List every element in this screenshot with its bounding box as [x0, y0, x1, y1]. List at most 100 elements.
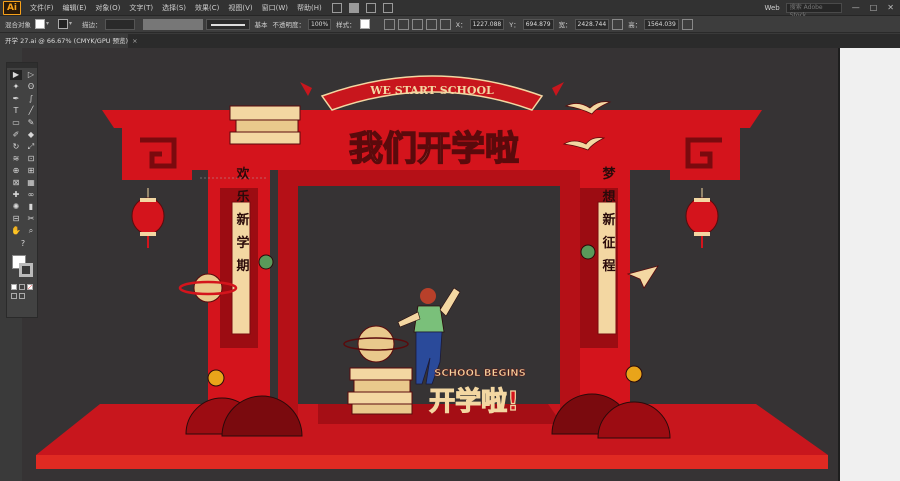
lasso-tool[interactable]: ʘ — [25, 82, 37, 92]
menu-select[interactable]: 选择(S) — [162, 3, 186, 13]
perspective-tool[interactable]: ⊞ — [25, 166, 37, 176]
artboard-tool[interactable]: ⊟ — [10, 214, 22, 224]
stroke-weight-field[interactable] — [104, 18, 135, 30]
stroke-dropdown-icon[interactable]: ▾ — [69, 19, 77, 29]
line-tool[interactable]: ╱ — [25, 106, 37, 116]
stroke-color-swatch[interactable] — [19, 263, 33, 277]
column-graph-tool[interactable]: ▮ — [25, 202, 37, 212]
left-couplet-text: 欢乐新学期 — [234, 166, 251, 282]
right-lantern — [685, 188, 719, 248]
menu-icon-group — [331, 2, 393, 13]
transform-icon[interactable] — [411, 18, 423, 30]
draw-normal-icon[interactable] — [11, 293, 17, 299]
rectangle-tool[interactable]: ▭ — [10, 118, 22, 128]
recolor-icon[interactable] — [397, 18, 409, 30]
pasteboard-area[interactable] — [840, 48, 900, 481]
zoom-tool[interactable]: ⌕ — [25, 226, 37, 236]
eraser-tool[interactable]: ◆ — [25, 130, 37, 140]
free-transform-tool[interactable]: ⊡ — [25, 154, 37, 164]
variable-width-profile[interactable] — [142, 18, 203, 30]
graphic-style-swatch[interactable] — [359, 19, 370, 29]
color-mode-icon[interactable] — [11, 284, 17, 290]
gradient-mode-icon[interactable] — [19, 284, 25, 290]
x-field[interactable]: 1227.088 — [469, 18, 505, 30]
menu-type[interactable]: 文字(T) — [129, 3, 153, 13]
shaper-tool[interactable]: ✐ — [10, 130, 22, 140]
arrange-documents-icon[interactable] — [331, 2, 342, 13]
width-field[interactable]: 2428.744 — [574, 18, 610, 30]
artwork: WE START SCHOOL 我们开学啦 欢乐新学期 梦想新征程 SCHOOL… — [36, 75, 828, 469]
menu-edit[interactable]: 编辑(E) — [63, 3, 87, 13]
link-proportions-icon[interactable] — [612, 18, 624, 30]
app-logo: Ai — [3, 0, 21, 15]
eyedropper-tool[interactable]: ✚ — [10, 190, 22, 200]
sign-small-text: SCHOOL BEGINS — [434, 368, 526, 379]
align-icon[interactable] — [383, 18, 395, 30]
gradient-tool[interactable]: ▦ — [25, 178, 37, 188]
opacity-label[interactable]: 不透明度： — [273, 19, 306, 29]
book-1 — [229, 105, 301, 121]
menu-help[interactable]: 帮助(H) — [297, 3, 322, 13]
fill-swatch[interactable] — [35, 19, 45, 29]
document-tab[interactable]: 开学 27.ai @ 66.67% (CMYK/GPU 预览) × — [0, 34, 138, 48]
mesh-tool[interactable]: ⊠ — [10, 178, 22, 188]
hand-tool[interactable]: ✋ — [10, 226, 22, 236]
door-frame-left — [278, 170, 298, 420]
brush-definition[interactable] — [205, 18, 250, 30]
stroke-swatch[interactable] — [58, 19, 68, 29]
height-field[interactable]: 1564.039 — [644, 18, 679, 30]
none-mode-icon[interactable] — [27, 284, 33, 290]
minimize-button[interactable]: — — [852, 3, 860, 12]
draw-mode-row — [7, 293, 37, 299]
y-label: Y： — [509, 21, 520, 29]
shape-builder-tool[interactable]: ⊕ — [10, 166, 22, 176]
x-label: X： — [455, 21, 467, 29]
slice-tool[interactable]: ✂ — [25, 214, 37, 224]
curvature-tool[interactable]: ∫ — [25, 94, 37, 104]
stock-search-input[interactable]: 搜索 Adobe Stock — [785, 2, 842, 19]
center-book-2 — [353, 379, 411, 393]
isolate-icon[interactable] — [425, 18, 437, 30]
opacity-field[interactable]: 100% — [308, 18, 332, 30]
close-window-button[interactable]: ✕ — [887, 3, 894, 12]
direct-selection-tool[interactable]: ▷ — [25, 70, 37, 80]
rotate-tool[interactable]: ↻ — [10, 142, 22, 152]
menu-view[interactable]: 视图(V) — [228, 3, 252, 13]
close-tab-icon[interactable]: × — [132, 37, 137, 45]
stroke-label[interactable]: 描边： — [82, 19, 102, 29]
brush-name: 基本 — [254, 21, 268, 29]
type-tool[interactable]: T — [10, 106, 22, 116]
y-field[interactable]: 694.879 — [522, 18, 554, 30]
color-mode-row — [7, 284, 37, 290]
artboard-canvas[interactable]: WE START SCHOOL 我们开学啦 欢乐新学期 梦想新征程 SCHOOL… — [22, 48, 838, 481]
menu-object[interactable]: 对象(O) — [95, 3, 120, 13]
selection-tool[interactable]: ▶ — [10, 70, 22, 80]
selection-type-label: 混合对象 — [5, 21, 31, 29]
left-gold-ornament — [207, 369, 225, 387]
menu-window[interactable]: 窗口(W) — [262, 3, 288, 13]
stock-icon[interactable] — [348, 2, 359, 13]
help-tool[interactable]: ? — [17, 239, 29, 249]
symbol-sprayer-tool[interactable]: ✺ — [10, 202, 22, 212]
reference-point-icon[interactable] — [439, 18, 451, 30]
scale-tool[interactable]: ⤢ — [25, 142, 37, 152]
blend-tool[interactable]: ∞ — [25, 190, 37, 200]
control-bar-menu-icon[interactable] — [681, 18, 693, 30]
maximize-button[interactable]: □ — [870, 3, 878, 12]
left-lantern — [131, 188, 165, 248]
grid-icon[interactable] — [365, 2, 376, 13]
width-tool[interactable]: ≋ — [10, 154, 22, 164]
tools-panel: ▶ ▷ ✦ ʘ ✒ ∫ T ╱ ▭ ✎ ✐ ◆ ↻ ⤢ ≋ ⊡ ⊕ ⊞ ⊠ ▦ ✚ ∞ ✺ ▮ ⊟ ✂ ✋ ⌕ ? — [6, 62, 38, 318]
menu-file[interactable]: 文件(F) — [30, 3, 54, 13]
send-icon[interactable] — [382, 2, 393, 13]
fill-dropdown-icon[interactable]: ▾ — [46, 19, 54, 29]
screen-mode-icon[interactable] — [19, 293, 25, 299]
banner-text: WE START SCHOOL — [369, 84, 494, 97]
pen-tool[interactable]: ✒ — [10, 94, 22, 104]
workspace-switcher[interactable]: Web — [764, 4, 779, 12]
paintbrush-tool[interactable]: ✎ — [25, 118, 37, 128]
magic-wand-tool[interactable]: ✦ — [10, 82, 22, 92]
fill-stroke-widget — [7, 253, 37, 281]
menu-effect[interactable]: 效果(C) — [195, 3, 219, 13]
book-3 — [229, 131, 301, 145]
